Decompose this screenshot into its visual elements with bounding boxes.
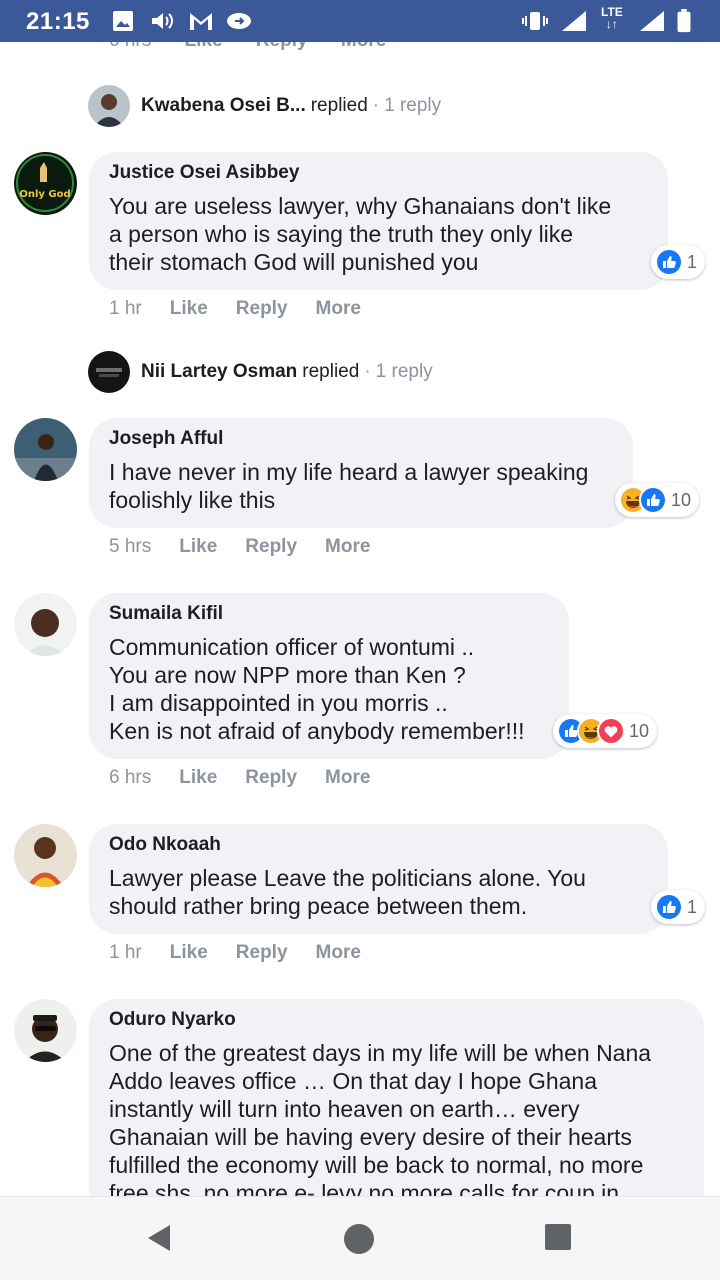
replied-label: replied	[302, 361, 360, 382]
comment-actions: 1 hr Like Reply More	[109, 298, 389, 320]
comment-author[interactable]: Sumaila Kifil	[109, 603, 549, 625]
comment-author[interactable]: Joseph Afful	[109, 428, 613, 450]
comments-feed[interactable]: 6 hrs Like Reply More Kwabena Osei B... …	[0, 0, 720, 1196]
like-button[interactable]: Like	[170, 942, 208, 964]
status-bar: 21:15 LTE ↓↑	[0, 0, 720, 42]
love-reaction-icon	[597, 717, 625, 745]
home-icon[interactable]	[343, 1223, 375, 1255]
separator-dot: ·	[364, 361, 371, 382]
network-type: LTE ↓↑	[601, 5, 623, 31]
reaction-summary[interactable]: 1	[651, 245, 706, 279]
volume-icon	[152, 13, 173, 29]
comment-text: I have never in my life heard a lawyer s…	[109, 459, 589, 513]
like-reaction-icon	[639, 486, 667, 514]
comment-bubble[interactable]: Odo Nkoaah Lawyer please Leave the polit…	[89, 824, 668, 934]
like-reaction-icon	[655, 248, 683, 276]
comment-bubble[interactable]: Oduro Nyarko One of the greatest days in…	[89, 999, 704, 1196]
avatar-text: Only God	[19, 189, 70, 200]
comment-text: You are useless lawyer, why Ghanaians do…	[109, 193, 612, 275]
comment-timestamp: 5 hrs	[109, 536, 152, 557]
comment-timestamp: 6 hrs	[109, 767, 152, 788]
navigation-bar	[0, 1196, 720, 1280]
comment-timestamp: 1 hr	[109, 298, 142, 319]
sync-icon	[227, 13, 251, 29]
reaction-summary[interactable]: 1	[651, 890, 706, 924]
reaction-summary[interactable]: 10	[615, 483, 700, 517]
comment-bubble[interactable]: Joseph Afful I have never in my life hea…	[89, 418, 633, 528]
comment-timestamp: 1 hr	[109, 942, 142, 963]
avatar[interactable]: Only God	[14, 152, 77, 215]
reply-thread-link[interactable]: Kwabena Osei B... replied · 1 reply	[88, 85, 441, 127]
avatar[interactable]	[14, 593, 77, 656]
more-button[interactable]: More	[316, 298, 361, 320]
signal-icon	[562, 11, 586, 31]
signal-icon	[640, 11, 664, 31]
reaction-count: 10	[629, 720, 650, 741]
gmail-icon	[190, 13, 212, 30]
like-button[interactable]: Like	[179, 536, 217, 558]
reply-author-name[interactable]: Nii Lartey Osman	[141, 361, 297, 383]
comment-bubble[interactable]: Justice Osei Asibbey You are useless law…	[89, 152, 668, 290]
reply-button[interactable]: Reply	[236, 298, 288, 320]
comment-text: One of the greatest days in my life will…	[109, 1040, 652, 1196]
network-label: LTE	[601, 5, 623, 19]
back-icon[interactable]	[146, 1223, 172, 1253]
comment-actions: 6 hrs Like Reply More	[109, 767, 398, 789]
screen: 6 hrs Like Reply More Kwabena Osei B... …	[0, 0, 720, 1280]
replied-label: replied	[310, 95, 368, 116]
reaction-summary[interactable]: 10	[553, 714, 658, 748]
reaction-count: 1	[687, 251, 698, 272]
avatar[interactable]	[14, 418, 77, 481]
comment-bubble[interactable]: Sumaila Kifil Communication officer of w…	[89, 593, 569, 759]
comment-text: Communication officer of wontumi .. You …	[109, 634, 525, 744]
reply-author-name[interactable]: Kwabena Osei B...	[141, 95, 306, 117]
more-button[interactable]: More	[325, 767, 370, 789]
reply-button[interactable]: Reply	[245, 536, 297, 558]
reply-button[interactable]: Reply	[236, 942, 288, 964]
comment-author[interactable]: Justice Osei Asibbey	[109, 162, 648, 184]
image-icon	[113, 11, 133, 31]
comment-author[interactable]: Oduro Nyarko	[109, 1009, 684, 1031]
avatar[interactable]	[88, 85, 130, 127]
vibrate-icon	[522, 12, 548, 30]
like-button[interactable]: Like	[179, 767, 217, 789]
like-reaction-icon	[655, 893, 683, 921]
avatar[interactable]	[14, 999, 77, 1062]
separator-dot: ·	[372, 95, 380, 116]
like-button[interactable]: Like	[170, 298, 208, 320]
more-button[interactable]: More	[316, 942, 361, 964]
avatar[interactable]	[14, 824, 77, 887]
battery-icon	[677, 9, 691, 33]
reaction-count: 1	[687, 896, 698, 917]
comment-actions: 5 hrs Like Reply More	[109, 536, 398, 558]
comment-author[interactable]: Odo Nkoaah	[109, 834, 648, 856]
reply-thread-link[interactable]: Nii Lartey Osman replied · 1 reply	[88, 351, 433, 393]
recents-icon[interactable]	[544, 1223, 572, 1251]
status-time: 21:15	[26, 8, 90, 35]
comment-actions: 1 hr Like Reply More	[109, 942, 389, 964]
reply-count[interactable]: 1 reply	[376, 361, 433, 383]
avatar[interactable]	[88, 351, 130, 393]
reaction-count: 10	[671, 489, 692, 510]
comment-text: Lawyer please Leave the politicians alon…	[109, 865, 586, 919]
reply-button[interactable]: Reply	[245, 767, 297, 789]
reply-count[interactable]: 1 reply	[384, 95, 441, 117]
more-button[interactable]: More	[325, 536, 370, 558]
